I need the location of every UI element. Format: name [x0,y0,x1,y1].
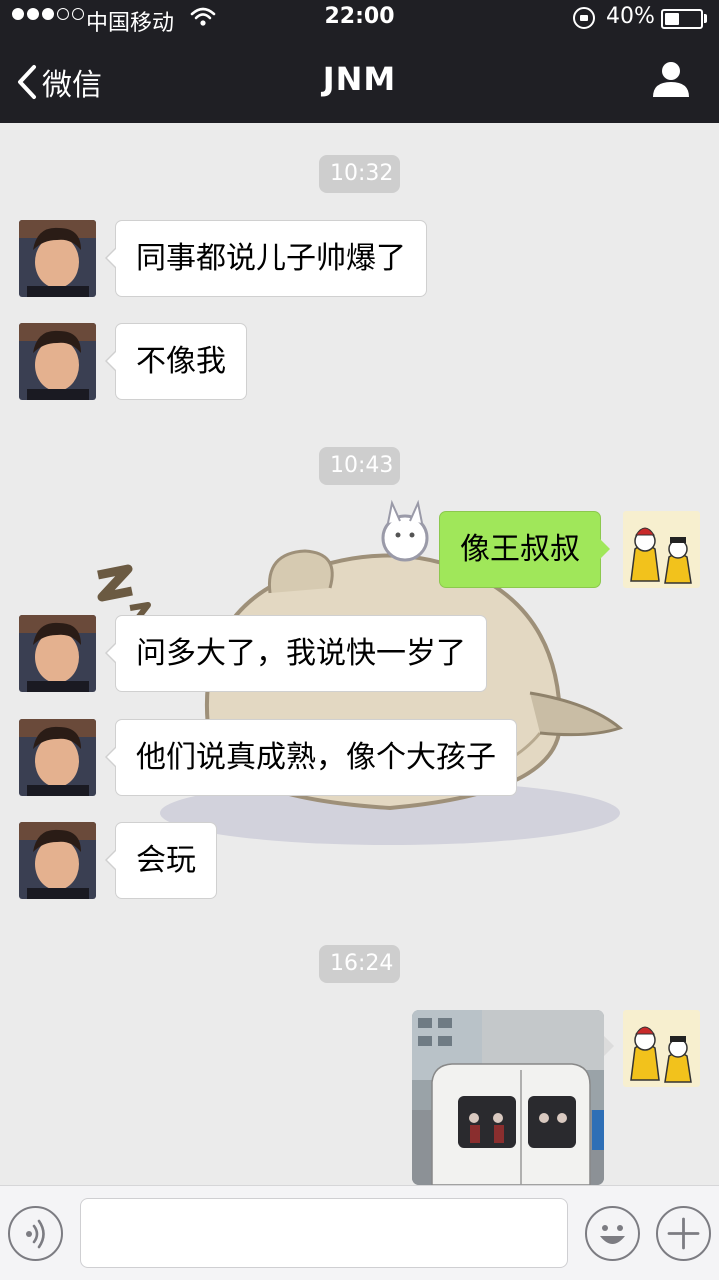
image-bubble-tail [604,1036,614,1056]
battery-percentage: 40% [606,4,655,29]
header: 中国移动 22:00 40% 微信 JNM [0,0,719,123]
timestamp: 10:43 [319,447,400,485]
incoming-message[interactable]: 会玩 [105,822,217,899]
chat-title: JNM [322,60,397,98]
plus-icon [667,1217,700,1250]
contact-avatar[interactable] [19,822,96,899]
more-button[interactable] [656,1206,711,1261]
incoming-message[interactable]: 问多大了，我说快一岁了 [105,615,487,692]
incoming-message[interactable]: 他们说真成熟，像个大孩子 [105,719,517,796]
contact-avatar-image [19,719,96,796]
battery-icon [661,9,703,29]
voice-icon [26,1219,45,1249]
my-avatar[interactable] [623,511,700,588]
emoji-button[interactable] [585,1206,640,1261]
chat-area[interactable]: 10:32 同事都说儿子帅爆了 不像我 10:43 像王叔叔 问多大了，我说快一… [0,123,719,1185]
incoming-message[interactable]: 不像我 [105,323,247,400]
status-bar: 中国移动 22:00 40% [0,0,719,40]
smiley-icon [600,1225,625,1244]
my-avatar-image [623,1010,700,1087]
contact-avatar[interactable] [19,615,96,692]
van-photo [412,1010,604,1185]
outgoing-image-message[interactable] [412,1010,604,1185]
nav-bar: 微信 JNM [0,40,719,123]
battery-level [665,13,679,25]
outgoing-message[interactable]: 像王叔叔 [439,511,610,588]
contact-avatar-image [19,615,96,692]
contact-avatar[interactable] [19,719,96,796]
rotation-lock-icon [573,7,595,29]
contact-avatar-image [19,323,96,400]
my-avatar[interactable] [623,1010,700,1087]
profile-button[interactable] [651,60,691,102]
person-icon [653,62,689,97]
battery-tip [704,14,707,23]
timestamp: 16:24 [319,945,400,983]
incoming-message[interactable]: 同事都说儿子帅爆了 [105,220,427,297]
my-avatar-image [623,511,700,588]
contact-avatar-image [19,822,96,899]
voice-button[interactable] [8,1206,63,1261]
input-bar [0,1185,719,1280]
contact-avatar-image [19,220,96,297]
contact-avatar[interactable] [19,220,96,297]
contact-avatar[interactable] [19,323,96,400]
timestamp: 10:32 [319,155,400,193]
message-input[interactable] [80,1198,568,1268]
